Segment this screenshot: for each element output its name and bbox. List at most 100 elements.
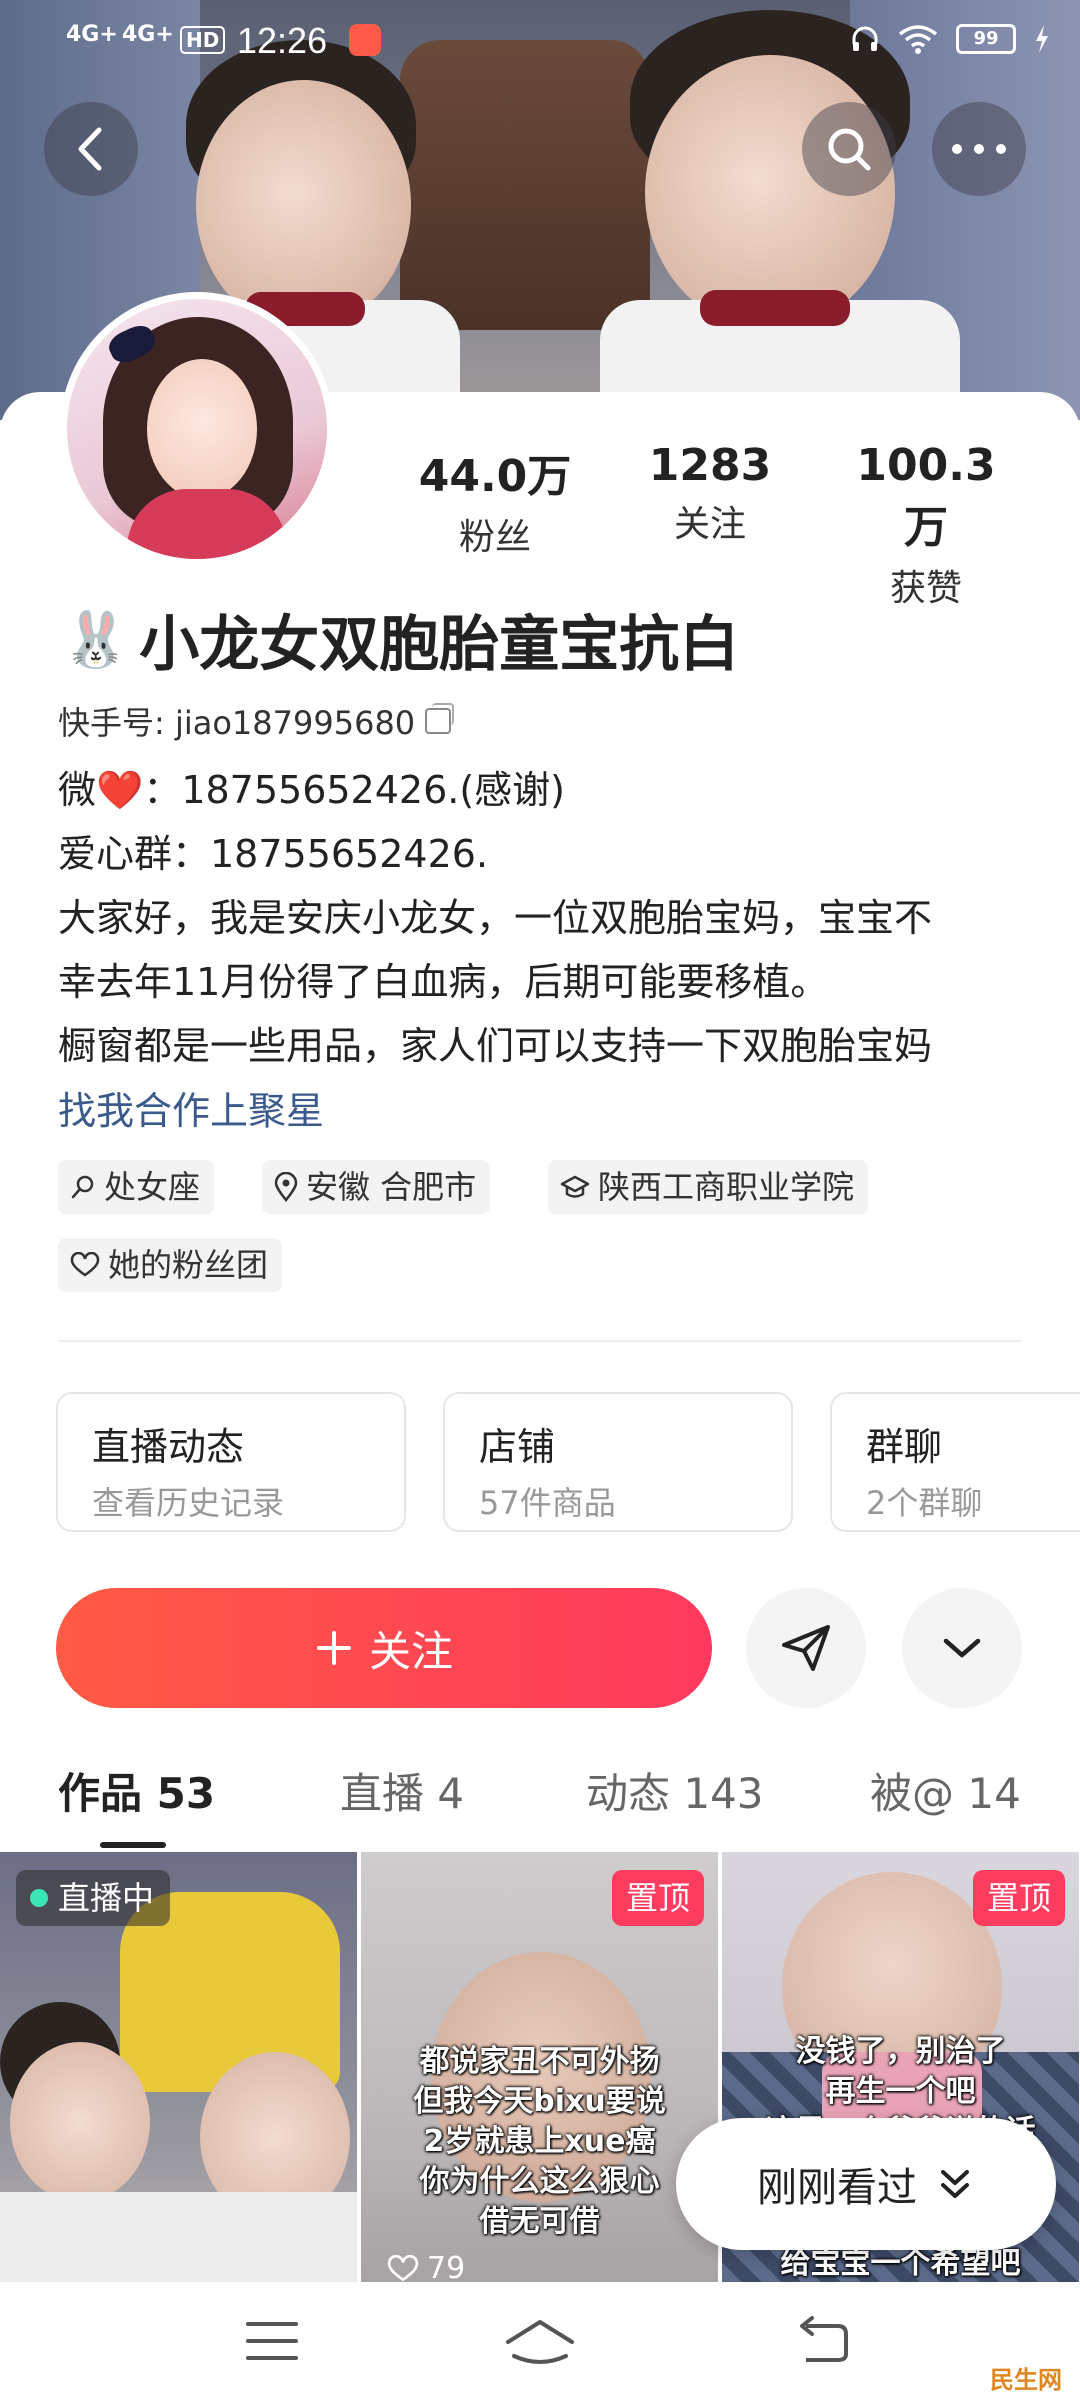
tag-school[interactable]: 陕西工商职业学院 — [548, 1160, 869, 1214]
feature-subtitle: 2个群聊 — [866, 1484, 983, 1522]
plus-icon — [316, 1631, 351, 1665]
follow-label: 关注 — [368, 1626, 453, 1676]
recently-viewed-button[interactable]: 刚刚看过 — [676, 2118, 1056, 2250]
work-thumbnail[interactable]: 直播中 — [0, 1852, 357, 2282]
tag-label: 处女座 — [104, 1168, 201, 1206]
hd-voice-icon: HD — [180, 26, 226, 54]
stat-value: 44.0万 — [418, 451, 572, 502]
back-button[interactable] — [44, 102, 138, 196]
send-paper-plane-icon — [782, 1625, 830, 1671]
work-thumbnail[interactable]: 置顶 都说家丑不可外扬 但我今天bixu要说 2岁就患上xue癌 你为什么这么狠… — [361, 1852, 718, 2282]
tab-moments[interactable]: 动态 143 — [586, 1760, 764, 1821]
feature-group-chat[interactable]: 群聊 2个群聊 — [830, 1392, 1080, 1532]
pinned-badge: 置顶 — [972, 1870, 1065, 1926]
avatar[interactable] — [60, 292, 334, 566]
copy-icon[interactable] — [425, 703, 455, 734]
stat-value: 1283 — [648, 440, 772, 491]
video-caption: 都说家丑不可外扬 但我今天bixu要说 2岁就患上xue癌 你为什么这么狠心 借… — [361, 2042, 718, 2242]
profile-nickname: 🐰 小龙女双胞胎童宝抗白 — [62, 596, 739, 683]
search-icon — [828, 128, 871, 171]
tab-works[interactable]: 作品 53 — [58, 1760, 215, 1821]
rabbit-emoji: 🐰 — [62, 607, 130, 671]
live-dot-icon — [30, 1889, 48, 1907]
zodiac-icon — [71, 1175, 94, 1199]
caption-line: 但我今天bixu要说 — [413, 2084, 666, 2119]
wifi-icon — [898, 25, 938, 54]
caption-line: 你为什么这么狠心 — [419, 2164, 660, 2199]
pinned-badge: 置顶 — [611, 1870, 704, 1926]
bio-line: 爱心群：18755652426. — [58, 832, 489, 876]
heart-outline-icon — [70, 1252, 100, 1277]
cover-child-collar — [700, 290, 850, 326]
tab-mentioned[interactable]: 被@ 14 — [870, 1760, 1021, 1821]
stat-label: 粉丝 — [458, 517, 531, 558]
live-badge-label: 直播中 — [58, 1879, 155, 1917]
heart-outline-icon — [387, 2254, 419, 2281]
headphones-icon — [852, 26, 878, 51]
search-button[interactable] — [802, 102, 896, 196]
caption-line: 没钱了，别治了 — [795, 2034, 1006, 2069]
kuaishou-id[interactable]: 快手号: jiao187995680 — [58, 698, 455, 744]
chevron-down-icon — [943, 1638, 981, 1658]
tag-fan-group[interactable]: 她的粉丝团 — [58, 1238, 283, 1292]
caption-line: 2岁就患上xue癌 — [423, 2124, 656, 2159]
tag-label: 安徽 合肥市 — [306, 1168, 477, 1206]
like-count: 79 — [387, 2251, 465, 2282]
caption-line: 借无可借 — [479, 2204, 600, 2239]
like-count-value: 79 — [427, 2251, 466, 2282]
bio-line: 橱窗都是一些用品，家人们可以支持一下双胞胎宝妈 — [58, 1024, 933, 1068]
feature-title: 直播动态 — [92, 1425, 245, 1469]
avatar-image — [67, 299, 327, 559]
stat-following[interactable]: 1283 关注 — [620, 440, 800, 547]
content-tabs: 作品 53 直播 4 动态 143 被@ 14 — [0, 1760, 1080, 1850]
tag-label: 陕西工商职业学院 — [598, 1168, 855, 1206]
more-dots-icon — [952, 144, 1006, 154]
location-pin-icon — [274, 1172, 298, 1202]
recently-viewed-label: 刚刚看过 — [757, 2165, 917, 2211]
feature-shop[interactable]: 店铺 57件商品 — [443, 1392, 793, 1532]
stat-fans[interactable]: 44.0万 粉丝 — [405, 440, 585, 560]
bio-line: 大家好，我是安庆小龙女，一位双胞胎宝妈，宝宝不 — [58, 896, 933, 940]
back-nav-icon[interactable] — [792, 2316, 852, 2366]
section-divider — [58, 1340, 1022, 1342]
nickname-text: 小龙女双胞胎童宝抗白 — [139, 610, 740, 680]
thumb-child-face — [10, 2042, 150, 2202]
double-chevron-down-icon — [941, 2170, 969, 2198]
tag-label: 她的粉丝团 — [108, 1246, 269, 1284]
feature-title: 群聊 — [866, 1425, 943, 1469]
share-button[interactable] — [746, 1588, 866, 1708]
more-button[interactable] — [932, 102, 1026, 196]
network-signal-1: 4G+ — [66, 22, 118, 47]
status-bar: 4G+ 4G+ HD 12:26 99 — [0, 0, 1080, 88]
charging-icon — [1036, 25, 1048, 53]
tag-zodiac[interactable]: 处女座 — [58, 1160, 215, 1214]
app-notification-icon — [349, 24, 381, 56]
avatar-face — [147, 359, 257, 499]
expand-button[interactable] — [902, 1588, 1022, 1708]
feature-subtitle: 查看历史记录 — [92, 1484, 285, 1522]
back-arrow-icon — [78, 127, 102, 171]
bio-line: 微❤️：18755652426.(感谢) — [58, 768, 565, 812]
watermark-logo: 民生网 — [990, 2366, 1062, 2394]
home-icon[interactable] — [502, 2316, 578, 2372]
system-nav-bar — [0, 2282, 1080, 2408]
cooperation-link[interactable]: 找我合作上聚星 — [58, 1080, 324, 1135]
profile-bio: 微❤️：18755652426.(感谢) 爱心群：18755652426. 大家… — [58, 758, 1038, 1078]
kuaishou-id-text: 快手号: jiao187995680 — [58, 704, 416, 742]
tab-live[interactable]: 直播 4 — [340, 1760, 464, 1821]
feature-subtitle: 57件商品 — [479, 1484, 616, 1522]
feature-live-history[interactable]: 直播动态 查看历史记录 — [56, 1392, 406, 1532]
stat-label: 关注 — [673, 504, 746, 545]
active-tab-indicator — [100, 1842, 166, 1848]
live-badge: 直播中 — [16, 1870, 171, 1926]
tag-location[interactable]: 安徽 合肥市 — [262, 1160, 491, 1214]
caption-line: 再生一个吧 — [825, 2074, 976, 2109]
menu-icon[interactable] — [244, 2316, 300, 2366]
graduation-cap-icon — [560, 1175, 590, 1198]
stat-likes[interactable]: 100.3万 获赞 — [836, 440, 1016, 611]
network-signal-2: 4G+ — [122, 22, 174, 47]
feature-title: 店铺 — [479, 1425, 556, 1469]
bio-line: 幸去年11月份得了白血病，后期可能要移植。 — [58, 960, 829, 1004]
follow-button[interactable]: 关注 — [56, 1588, 712, 1708]
stat-label: 获赞 — [889, 568, 962, 609]
